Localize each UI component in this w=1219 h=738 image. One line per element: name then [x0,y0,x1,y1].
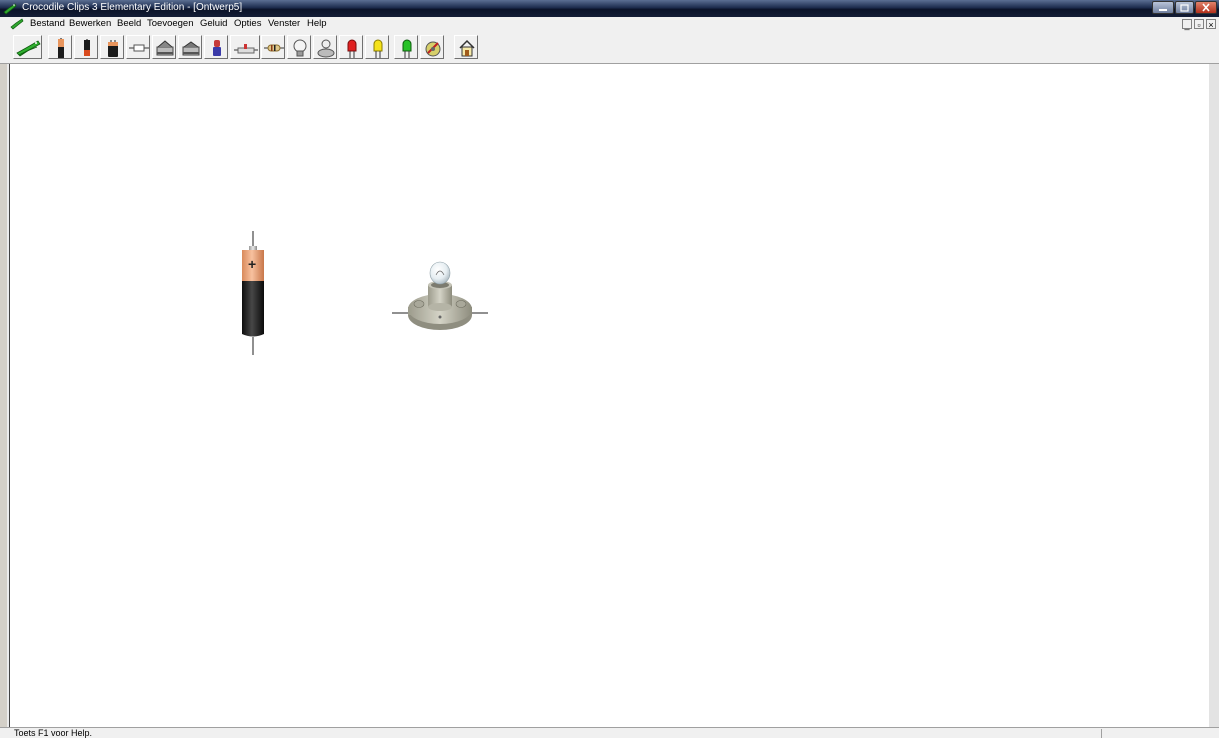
close-button[interactable] [1195,1,1217,14]
resistor-icon [264,44,284,52]
toolbar-button-fuse[interactable] [126,35,150,59]
mdi-close-button[interactable]: × [1206,19,1216,30]
lamp-icon [293,39,307,57]
application-window: Crocodile Clips 3 Elementary Edition - [… [0,0,1219,738]
toolbar-button-switch[interactable] [152,35,176,59]
toolbar-button-home[interactable] [454,35,478,59]
push-switch-icon [213,40,221,56]
mdi-minimize-button[interactable]: _ [1182,19,1192,30]
menu-bestand[interactable]: Bestand [30,18,65,30]
status-text: Toets F1 voor Help. [14,728,93,738]
toolbar-button-battery[interactable] [48,35,72,59]
crocodile-app-icon [3,3,17,15]
menu-bar: Bestand Bewerken Beeld Toevoegen Geluid … [0,17,1219,32]
battery-large-icon [108,40,118,57]
menu-bewerken[interactable]: Bewerken [69,18,111,30]
lamp-graphic [392,261,488,330]
toolbar-button-green-led[interactable] [394,35,418,59]
crocodile-clip-icon [16,40,41,57]
menu-beeld[interactable]: Beeld [117,18,141,30]
battery-small-icon [84,39,90,56]
canvas-frame: + [7,64,1219,727]
minimize-icon [1159,9,1167,11]
switch-icon [156,40,174,56]
circuit-canvas[interactable]: + [9,64,1209,727]
minimize-button[interactable] [1152,1,1174,14]
toolbar-button-red-led[interactable] [339,35,363,59]
battery-component[interactable]: + [238,231,268,355]
title-bar[interactable]: Crocodile Clips 3 Elementary Edition - [… [0,0,1219,17]
green-led-icon [402,39,412,58]
toolbar-button-crocodile-clip[interactable] [13,35,42,59]
yellow-led-icon [373,39,383,58]
menu-opties[interactable]: Opties [234,18,261,30]
toolbar-button-yellow-led[interactable] [365,35,389,59]
lamp-component[interactable] [390,251,490,331]
vertical-scrollbar[interactable] [1209,64,1219,727]
close-icon [1202,3,1210,12]
red-led-icon [347,39,357,58]
menu-toevoegen[interactable]: Toevoegen [147,18,193,30]
toolbar-button-battery-large[interactable] [100,35,124,59]
mdi-close-icon: × [1208,20,1214,30]
component-toolbar [0,32,1219,64]
toolbar-button-resistor[interactable] [261,35,285,59]
document-icon [10,18,24,30]
menu-geluid[interactable]: Geluid [200,18,227,30]
mdi-restore-icon: ▫ [1197,20,1201,30]
motor-icon [425,41,441,57]
toolbar-button-lamp[interactable] [287,35,311,59]
restore-button[interactable] [1175,1,1194,14]
lamp-holder-icon [317,39,335,58]
battery-icon [58,38,64,58]
toolbar-button-push-switch[interactable] [204,35,228,59]
switch-two-way-icon [182,41,200,56]
status-bar: Toets F1 voor Help. [0,727,1219,738]
home-icon [459,39,475,57]
status-pane [1101,729,1218,738]
toolbar-button-switch-two-way[interactable] [178,35,202,59]
menu-help[interactable]: Help [307,18,327,30]
toolbar-button-slide-switch[interactable] [230,35,260,59]
mdi-minimize-icon: _ [1184,20,1190,30]
toolbar-button-battery-small[interactable] [74,35,98,59]
battery-positive-label: + [248,256,257,272]
restore-icon [1180,4,1189,12]
battery-graphic [242,231,264,355]
slide-switch-icon [234,44,258,54]
window-title: Crocodile Clips 3 Elementary Edition - [… [22,2,243,13]
toolbar-button-lamp-holder[interactable] [313,35,337,59]
toolbar-button-motor[interactable] [420,35,444,59]
mdi-restore-button[interactable]: ▫ [1194,19,1204,30]
menu-venster[interactable]: Venster [268,18,300,30]
fuse-icon [129,44,149,52]
